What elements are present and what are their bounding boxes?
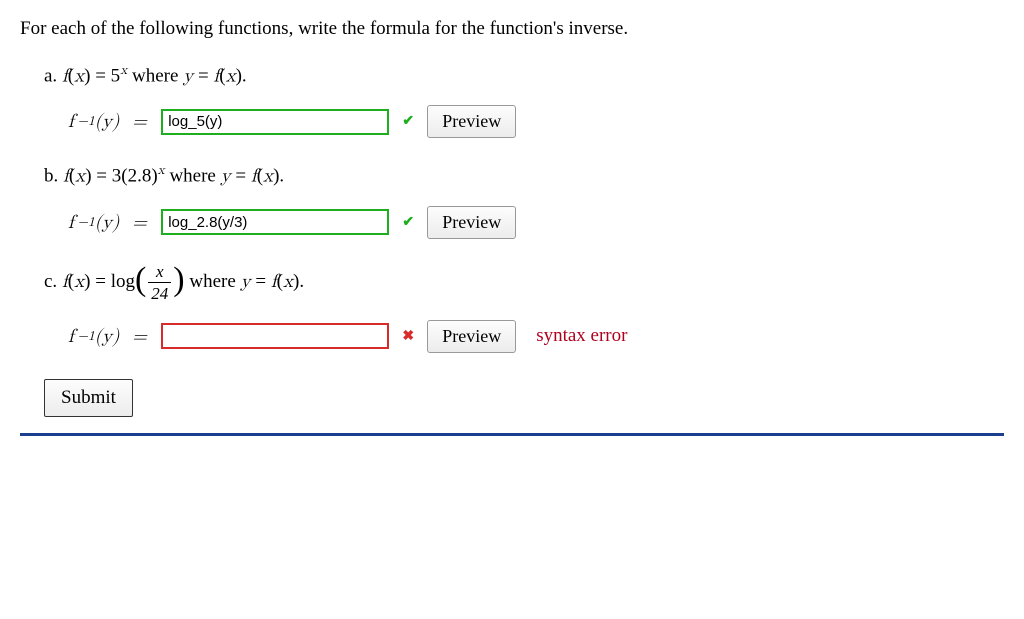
part-c-preview-button[interactable]: Preview xyxy=(427,320,516,353)
part-c-answer-row: f −1(y) = ✖ Preview syntax error xyxy=(68,320,1004,353)
part-b-prompt: b. f(x) = 3(2.8)x where y = f(x). xyxy=(44,162,1004,187)
part-c: c. f(x) = log(x24) where y = f(x). f −1(… xyxy=(44,263,1004,353)
part-b-input[interactable] xyxy=(161,209,389,235)
part-a-preview-button[interactable]: Preview xyxy=(427,105,516,138)
part-a-lhs: f −1(y) = xyxy=(68,110,153,133)
part-a-input[interactable] xyxy=(161,109,389,135)
check-icon: ✔ xyxy=(399,214,417,231)
divider xyxy=(20,433,1004,436)
part-a: a. f(x) = 5x where y = f(x). f −1(y) = ✔… xyxy=(44,62,1004,138)
question-intro: For each of the following functions, wri… xyxy=(20,18,1004,40)
part-b-preview-button[interactable]: Preview xyxy=(427,206,516,239)
part-b-lhs: f −1(y) = xyxy=(68,211,153,234)
part-b: b. f(x) = 3(2.8)x where y = f(x). f −1(y… xyxy=(44,162,1004,238)
part-a-prompt: a. f(x) = 5x where y = f(x). xyxy=(44,62,1004,87)
part-a-answer-row: f −1(y) = ✔ Preview xyxy=(68,105,1004,138)
submit-button[interactable]: Submit xyxy=(44,379,133,417)
part-c-prompt: c. f(x) = log(x24) where y = f(x). xyxy=(44,263,1004,302)
part-b-answer-row: f −1(y) = ✔ Preview xyxy=(68,206,1004,239)
part-c-error: syntax error xyxy=(536,325,627,347)
check-icon: ✔ xyxy=(399,113,417,130)
part-c-input[interactable] xyxy=(161,323,389,349)
cross-icon: ✖ xyxy=(399,328,417,345)
part-c-lhs: f −1(y) = xyxy=(68,325,153,348)
